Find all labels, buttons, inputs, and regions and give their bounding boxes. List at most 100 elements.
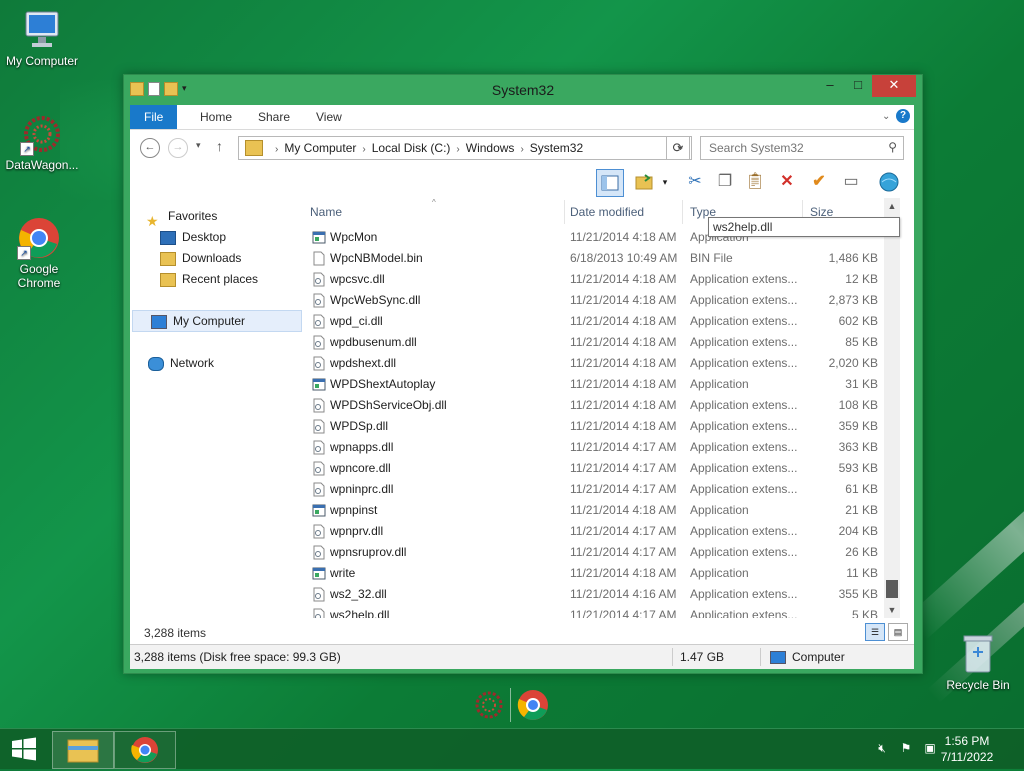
app-icon <box>312 230 326 245</box>
tab-share[interactable]: Share <box>244 105 304 129</box>
file-size: 21 KB <box>845 503 878 517</box>
file-row[interactable]: WpcNBModel.bin 6/18/2013 10:49 AM BIN File… <box>308 248 900 269</box>
chevron-down-icon[interactable]: ⌄ <box>882 111 892 122</box>
desktop-icon-datawagon[interactable]: ↗ DataWagon... <box>0 112 84 172</box>
system-clock[interactable]: 1:56 PM 7/11/2022 <box>932 733 1002 765</box>
delete-icon[interactable]: ✕ <box>774 169 800 195</box>
action-center-icon[interactable]: ⚑ <box>898 741 914 757</box>
app-icon <box>312 566 326 581</box>
scrollbar-thumb[interactable] <box>886 580 898 598</box>
recycle-bin-icon <box>961 632 995 676</box>
file-row[interactable]: wpninprc.dll 11/21/2014 4:17 AM Applicatio… <box>308 479 900 500</box>
desktop-icon-google-chrome[interactable]: ↗ Google Chrome <box>0 216 78 290</box>
file-row[interactable]: wpnsruprov.dll 11/21/2014 4:17 AM Applicat… <box>308 542 900 563</box>
nav-desktop[interactable]: Desktop <box>160 227 226 247</box>
search-icon[interactable]: ⚲ <box>888 140 897 154</box>
scroll-up-icon[interactable]: ▲ <box>884 198 900 214</box>
file-row[interactable]: write 11/21/2014 4:18 AM Application 11 KB <box>308 563 900 584</box>
explorer-window[interactable]: ▾ System32 – □ ✕ File Home Share View ⌄ … <box>123 74 923 674</box>
datawagon-icon[interactable] <box>472 688 506 722</box>
dll-icon <box>312 335 326 350</box>
column-header-date-modified[interactable]: Date modified <box>570 200 683 224</box>
nav-my-computer[interactable]: My Computer <box>132 310 302 332</box>
file-size: 26 KB <box>845 545 878 559</box>
rename-icon[interactable]: ▭ <box>838 169 864 195</box>
large-icons-view-icon[interactable]: ▤ <box>888 623 908 641</box>
taskbar-google-chrome[interactable] <box>114 731 176 769</box>
file-row[interactable]: ws2help.dll 11/21/2014 4:17 AM Application… <box>308 605 900 618</box>
file-size: 359 KB <box>838 419 878 433</box>
refresh-button[interactable]: ⟳ <box>666 136 690 160</box>
start-button[interactable] <box>10 737 38 761</box>
close-button[interactable]: ✕ <box>872 75 916 97</box>
dll-icon <box>312 398 326 413</box>
address-bar[interactable]: › My Computer › Local Disk (C:) › Windows › Sys… <box>238 136 692 160</box>
minimize-button[interactable]: – <box>816 75 844 97</box>
nav-label: Desktop <box>182 230 227 244</box>
preview-pane-button[interactable] <box>596 169 624 197</box>
folder-options-icon[interactable] <box>632 169 658 195</box>
file-row[interactable]: wpdbusenum.dll 11/21/2014 4:18 AM Applicat… <box>308 332 900 353</box>
file-type: Application <box>690 566 749 580</box>
nav-network[interactable]: Network <box>148 353 214 373</box>
dropdown-arrow-icon[interactable]: ▾ <box>658 169 672 195</box>
dll-icon <box>312 545 326 560</box>
nav-recent-places[interactable]: Recent places <box>160 269 258 289</box>
file-row[interactable]: wpnpinst 11/21/2014 4:18 AM Application 21 … <box>308 500 900 521</box>
file-row[interactable]: WPDShextAutoplay 11/21/2014 4:18 AM Applic… <box>308 374 900 395</box>
tab-view[interactable]: View <box>302 105 356 129</box>
desktop-icon-my-computer[interactable]: My Computer <box>0 8 84 68</box>
cut-icon[interactable]: ✂ <box>682 169 708 195</box>
breadcrumb-windows[interactable]: Windows <box>466 141 515 155</box>
file-list: ^ Name Date modified Type Size WpcMon 11/… <box>308 198 900 618</box>
maximize-button[interactable]: □ <box>844 75 872 97</box>
breadcrumb-local-disk[interactable]: Local Disk (C:) <box>372 141 451 155</box>
breadcrumb-my-computer[interactable]: My Computer <box>284 141 356 155</box>
downloads-icon <box>160 251 176 266</box>
scroll-down-icon[interactable]: ▼ <box>884 602 900 618</box>
search-box[interactable]: ⚲ <box>700 136 904 160</box>
search-input[interactable] <box>707 137 881 159</box>
copy-icon[interactable]: ❐ <box>712 169 738 195</box>
file-row[interactable]: WPDShServiceObj.dll 11/21/2014 4:18 AM App… <box>308 395 900 416</box>
taskbar-file-explorer[interactable] <box>52 731 114 769</box>
breadcrumb-system32[interactable]: System32 <box>530 141 583 155</box>
column-header-name[interactable]: Name <box>308 200 565 224</box>
file-row[interactable]: wpcsvc.dll 11/21/2014 4:18 AM Application … <box>308 269 900 290</box>
file-row[interactable]: wpnprv.dll 11/21/2014 4:17 AM Application … <box>308 521 900 542</box>
file-name: wpncore.dll <box>330 461 391 475</box>
file-row[interactable]: wpnapps.dll 11/21/2014 4:17 AM Application… <box>308 437 900 458</box>
details-view-icon[interactable]: ☰ <box>865 623 885 641</box>
file-type: Application extens... <box>690 440 798 454</box>
file-size: 31 KB <box>845 377 878 391</box>
desktop-icon-recycle-bin[interactable]: Recycle Bin <box>940 632 1016 692</box>
file-row[interactable]: wpd_ci.dll 11/21/2014 4:18 AM Application … <box>308 311 900 332</box>
forward-button[interactable]: → <box>168 138 188 158</box>
back-button[interactable]: ← <box>140 138 160 158</box>
nav-downloads[interactable]: Downloads <box>160 248 241 268</box>
status-size: 1.47 GB <box>680 650 725 664</box>
file-size: 204 KB <box>838 524 878 538</box>
file-row[interactable]: wpdshext.dll 11/21/2014 4:18 AM Applicatio… <box>308 353 900 374</box>
chrome-icon[interactable] <box>516 688 550 722</box>
checkmark-icon[interactable]: ✔ <box>806 169 832 195</box>
file-row[interactable]: ws2_32.dll 11/21/2014 4:16 AM Application … <box>308 584 900 605</box>
recent-locations-icon[interactable]: ▾ <box>196 140 201 151</box>
vertical-scrollbar[interactable]: ▲ ▼ <box>884 198 900 618</box>
file-name: WpcWebSync.dll <box>330 293 421 307</box>
file-row[interactable]: WPDSp.dll 11/21/2014 4:18 AM Application e… <box>308 416 900 437</box>
datawagon-icon: ↗ <box>20 112 64 156</box>
up-arrow-icon[interactable]: ↑ <box>216 138 223 154</box>
title-bar[interactable]: ▾ System32 – □ ✕ <box>124 75 922 105</box>
tab-home[interactable]: Home <box>186 105 246 129</box>
file-name: wpnprv.dll <box>330 524 384 538</box>
file-row[interactable]: wpncore.dll 11/21/2014 4:17 AM Application… <box>308 458 900 479</box>
tab-file[interactable]: File <box>130 105 178 129</box>
file-row[interactable]: WpcWebSync.dll 11/21/2014 4:18 AM Applicat… <box>308 290 900 311</box>
help-icon[interactable]: ? <box>896 109 910 123</box>
paste-icon[interactable]: 📋︎ <box>742 169 768 195</box>
speaker-muted-icon[interactable]: 🔇︎ <box>874 741 890 757</box>
nav-favorites[interactable]: ★ Favorites <box>146 206 217 229</box>
desktop-icon-label: Google Chrome <box>17 262 61 290</box>
globe-icon[interactable] <box>876 169 902 195</box>
